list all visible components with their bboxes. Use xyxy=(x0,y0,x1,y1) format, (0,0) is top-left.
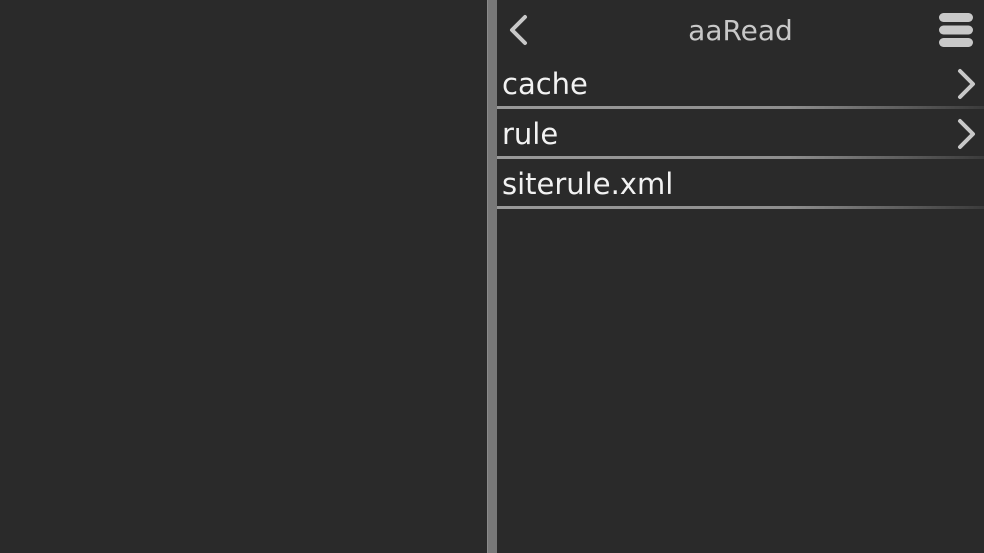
chevron-right-icon xyxy=(954,116,978,152)
file-item-rule[interactable]: rule xyxy=(497,112,984,159)
screen: aaRead cache rule siterule.xml xyxy=(0,0,984,553)
file-list: cache rule siterule.xml xyxy=(497,62,984,212)
title-bar: aaRead xyxy=(497,0,984,62)
pane-divider[interactable] xyxy=(487,0,497,553)
menu-icon xyxy=(939,13,973,47)
file-browser-pane: aaRead cache rule siterule.xml xyxy=(497,0,984,553)
file-item-label: cache xyxy=(502,67,588,101)
menu-button[interactable] xyxy=(938,12,974,48)
left-pane xyxy=(0,0,487,553)
chevron-right-icon xyxy=(954,66,978,102)
file-item-label: siterule.xml xyxy=(502,167,674,201)
page-title: aaRead xyxy=(688,14,793,47)
file-item-siterule-xml[interactable]: siterule.xml xyxy=(497,162,984,209)
file-item-label: rule xyxy=(502,117,559,151)
back-button[interactable] xyxy=(501,10,537,50)
file-item-cache[interactable]: cache xyxy=(497,62,984,109)
chevron-left-icon xyxy=(510,15,527,45)
